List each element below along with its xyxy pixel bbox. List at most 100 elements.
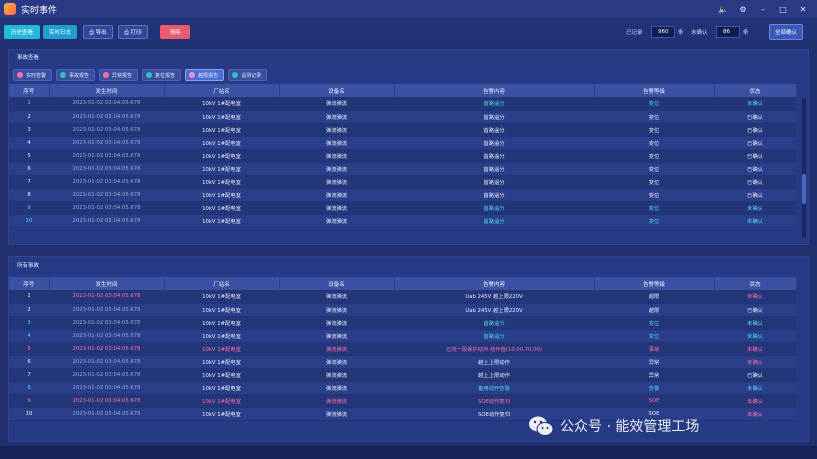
cell-time: 2023-01-02 03:04:05.678 [49, 329, 164, 343]
cell-content: 首路遥分 [394, 175, 594, 189]
cell-device: 弹流弹流 [279, 381, 394, 395]
scrollbar-thumb[interactable] [802, 174, 806, 204]
status-dot-icon [146, 72, 153, 78]
status-dot-icon [232, 72, 239, 78]
tab-5[interactable]: 越限报告 [185, 69, 225, 81]
cell-no: 8 [9, 188, 49, 202]
cell-status: 未确认 [714, 381, 796, 395]
cell-time: 2023-01-02 03:04:05.678 [49, 303, 164, 317]
cell-no: 1 [9, 290, 49, 304]
cell-time: 2023-01-02 03:04:05.678 [49, 162, 164, 176]
cell-station: 10kV 1#配电室 [164, 149, 279, 163]
maximize-button[interactable]: □ [773, 0, 793, 18]
recorded-label: 已记录 [626, 30, 643, 36]
cell-time: 2023-01-02 03:04:05.678 [49, 407, 164, 421]
column-header[interactable]: 告警内容 [394, 84, 595, 97]
table-row[interactable]: 7 2023-01-02 03:04:05.678 10kV 1#配电室 弹流弹流 首路… [9, 175, 796, 189]
table-row[interactable]: 2 2023-01-02 03:04:05.678 10kV 1#配电室 弹流弹流 首路… [9, 110, 796, 124]
cell-device: 弹流弹流 [279, 290, 394, 304]
cell-content: 越上上限动作 [394, 355, 594, 369]
cell-level: 越限 [594, 303, 714, 317]
confirm-all-button[interactable]: 全部确认 [769, 24, 803, 40]
table-header-row: 序号 发生时间 厂站名 设备名 告警内容 告警等级 状态 [9, 84, 797, 97]
close-button[interactable]: ✕ [793, 0, 813, 18]
table-row[interactable]: 2 2023-01-02 03:04:05.678 10kV 1#配电室 弹流弹流 Ua… [9, 303, 796, 317]
cell-device: 弹流弹流 [279, 214, 394, 228]
minimize-button[interactable]: – [753, 0, 773, 18]
table-row[interactable]: 6 2023-01-02 03:04:05.678 10kV 1#配电室 弹流弹流 首路… [9, 162, 796, 176]
column-header[interactable]: 设备名 [279, 84, 395, 97]
cell-level: 变位 [594, 97, 714, 111]
export-button[interactable]: ⎙ 导出 [83, 25, 113, 39]
cell-level: 变位 [594, 201, 714, 215]
cell-content: Uab 245V 越上限220V [394, 290, 594, 304]
tab-6[interactable]: 遥测记录 [228, 69, 268, 81]
status-bar [0, 446, 817, 459]
column-header[interactable]: 发生时间 [49, 84, 165, 97]
table-row[interactable]: 8 2023-01-02 03:04:05.678 10kV 1#配电室 弹流弹流 备用… [9, 381, 796, 395]
tab-4[interactable]: 复位报告 [142, 69, 182, 81]
table-row[interactable]: 8 2023-01-02 03:04:05.678 10kV 1#配电室 弹流弹流 首路… [9, 188, 796, 202]
table-row[interactable]: 4 2023-01-02 03:04:05.678 10kV 1#配电室 弹流弹流 首路… [9, 329, 796, 343]
column-header[interactable]: 厂站名 [164, 84, 280, 97]
column-header[interactable]: 设备名 [279, 277, 395, 290]
cell-time: 2023-01-02 03:04:05.678 [49, 123, 164, 137]
column-header[interactable]: 序号 [9, 277, 50, 290]
cell-content: 首路遥分 [394, 162, 594, 176]
cell-no: 2 [9, 303, 49, 317]
vertical-scrollbar[interactable] [802, 98, 806, 238]
sound-icon[interactable]: 🔈 [713, 0, 733, 18]
cell-time: 2023-01-02 03:04:05.678 [49, 355, 164, 369]
clear-button[interactable]: 清除 [160, 25, 190, 39]
table-row[interactable]: 9 2023-01-02 03:04:05.678 10kV 1#配电室 弹流弹流 首路… [9, 201, 796, 215]
table-row[interactable]: 1 2023-01-02 03:04:05.678 10kV 1#配电室 弹流弹流 首路… [9, 97, 796, 111]
status-dot-icon [17, 72, 23, 78]
cell-content: 首路遥分 [394, 316, 594, 330]
tab-label: 越限报告 [198, 72, 219, 79]
column-header[interactable]: 告警等级 [594, 84, 715, 97]
column-header[interactable]: 告警内容 [394, 277, 595, 290]
column-header[interactable]: 序号 [9, 84, 50, 97]
cell-time: 2023-01-02 03:04:05.678 [49, 201, 164, 215]
table-row[interactable]: 5 2023-01-02 03:04:05.678 10kV 1#配电室 弹流弹流 过流… [9, 342, 796, 356]
cell-station: 10kV 1#配电室 [164, 342, 279, 356]
table-row[interactable]: 6 2023-01-02 03:04:05.678 10kV 1#配电室 弹流弹流 越上… [9, 355, 796, 369]
table-row[interactable]: 3 2023-01-02 03:04:05.678 10kV 1#配电室 弹流弹流 首路… [9, 316, 796, 330]
cell-status: 已确认 [714, 149, 796, 163]
column-header[interactable]: 状态 [714, 277, 797, 290]
table-row[interactable]: 1 2023-01-02 03:04:05.678 10kV 1#配电室 弹流弹流 Ua… [9, 290, 796, 304]
table-row[interactable]: 4 2023-01-02 03:04:05.678 10kV 1#配电室 弹流弹流 首路… [9, 136, 796, 150]
table-row[interactable]: 9 2023-01-02 03:04:05.678 10kV 1#配电室 弹流弹流 SO… [9, 394, 796, 408]
cell-level: 变位 [594, 316, 714, 330]
column-header[interactable]: 厂站名 [164, 277, 280, 290]
column-header[interactable]: 告警等级 [594, 277, 715, 290]
unconfirmed-count-field[interactable]: 86 [716, 26, 740, 38]
print-button[interactable]: ⎙ 打印 [118, 25, 148, 39]
cell-station: 10kV 1#配电室 [164, 407, 279, 421]
tab-3[interactable]: 异常报告 [99, 69, 139, 81]
window-controls: 🔈 ⚙ – □ ✕ [713, 0, 813, 18]
title-bar: 实时事件 🔈 ⚙ – □ ✕ [0, 0, 817, 18]
column-header[interactable]: 状态 [714, 84, 797, 97]
table-row[interactable]: 10 2023-01-02 03:04:05.678 10kV 1#配电室 弹流弹流首… [9, 214, 796, 228]
table-row[interactable]: 5 2023-01-02 03:04:05.678 10kV 1#配电室 弹流弹流 首路… [9, 149, 796, 163]
cell-status: 未确认 [714, 97, 796, 111]
cell-device: 弹流弹流 [279, 110, 394, 124]
cell-content: 越上上限动作 [394, 368, 594, 382]
cell-no: 5 [9, 342, 49, 356]
tab-2[interactable]: 事故报告 [56, 69, 96, 81]
status-dot-icon [103, 72, 110, 78]
live-log-button[interactable]: 实时日志 [43, 25, 77, 39]
table-row[interactable]: 3 2023-01-02 03:04:05.678 10kV 1#配电室 弹流弹流 首路… [9, 123, 796, 137]
recorded-count-field[interactable]: 960 [651, 26, 675, 38]
tab-1[interactable]: 实时告警 [13, 69, 53, 81]
column-header[interactable]: 发生时间 [49, 277, 165, 290]
history-view-button[interactable]: 历史查看 [4, 25, 40, 39]
wechat-icon [528, 415, 554, 437]
cell-station: 10kV 1#配电室 [164, 162, 279, 176]
cell-status: 未确认 [714, 329, 796, 343]
table-row[interactable]: 7 2023-01-02 03:04:05.678 10kV 1#配电室 弹流弹流 越上… [9, 368, 796, 382]
settings-icon[interactable]: ⚙ [733, 0, 753, 18]
cell-device: 弹流弹流 [279, 149, 394, 163]
accident-table: 序号 发生时间 厂站名 设备名 告警内容 告警等级 状态 1 2023-01-02 03:04… [9, 84, 797, 228]
